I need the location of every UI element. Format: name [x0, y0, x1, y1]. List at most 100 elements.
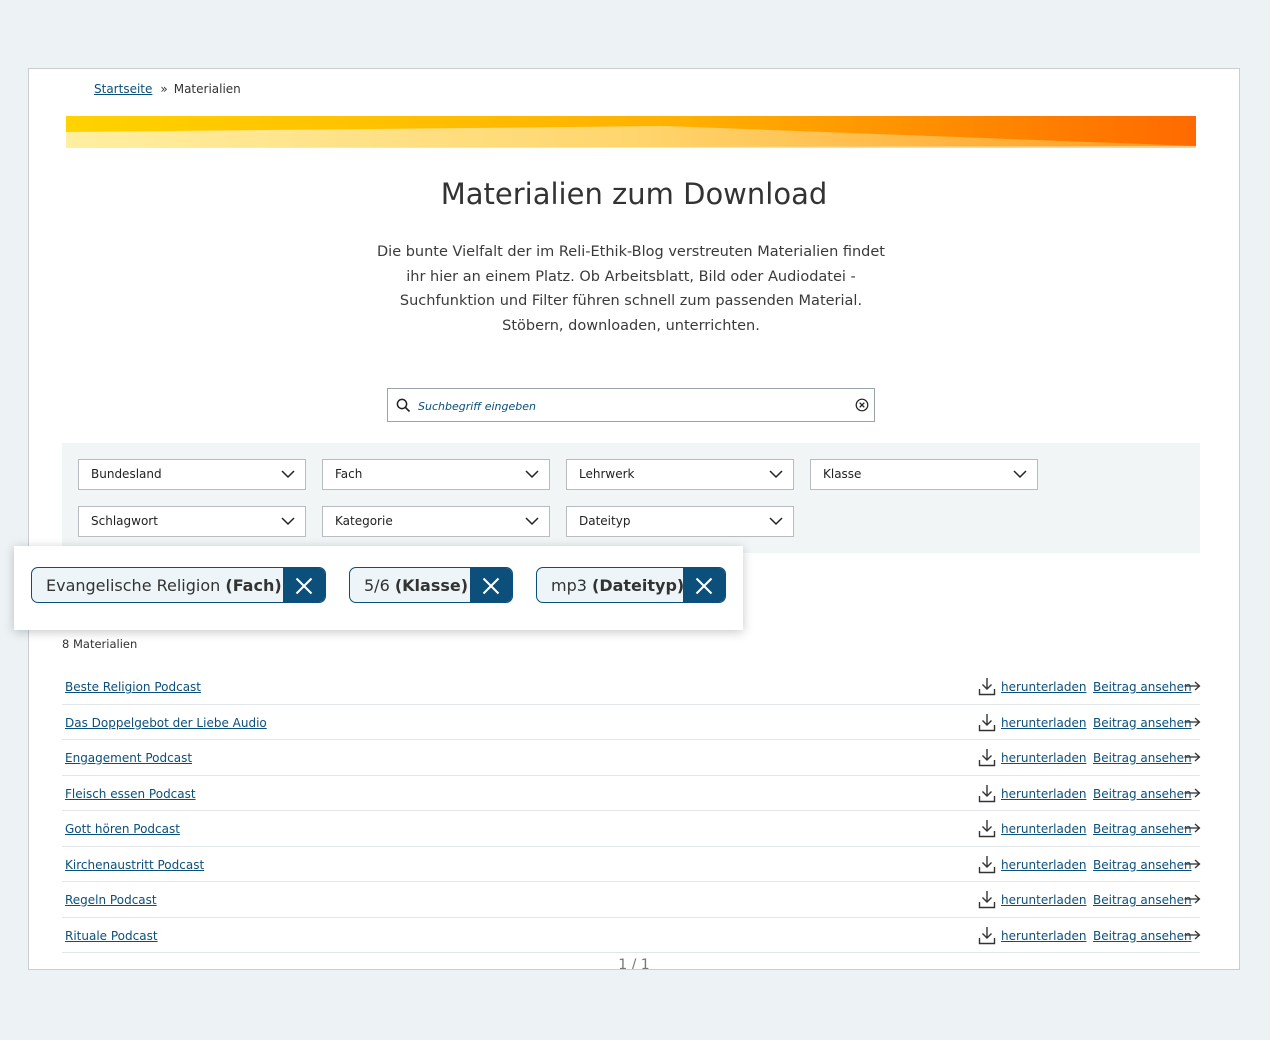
- material-title-link[interactable]: Kirchenaustritt Podcast: [65, 858, 204, 872]
- download-link[interactable]: herunterladen: [1001, 822, 1086, 836]
- list-item: Beste Religion Podcast herunterladen Bei…: [62, 669, 1201, 705]
- view-post-link[interactable]: Beitrag ansehen: [1093, 716, 1192, 730]
- view-post-link[interactable]: Beitrag ansehen: [1093, 787, 1192, 801]
- view-post-link[interactable]: Beitrag ansehen: [1093, 929, 1192, 943]
- download-link[interactable]: herunterladen: [1001, 751, 1086, 765]
- material-title-link[interactable]: Fleisch essen Podcast: [65, 787, 196, 801]
- list-item: Kirchenaustritt Podcast herunterladen Be…: [62, 847, 1201, 882]
- chevron-down-icon: [1013, 470, 1027, 479]
- view-post-link[interactable]: Beitrag ansehen: [1093, 751, 1192, 765]
- dropdown-label: Bundesland: [91, 467, 162, 481]
- chip-value: Evangelische Religion: [46, 576, 221, 595]
- arrow-right-icon[interactable]: [1184, 859, 1201, 869]
- results-list: Beste Religion Podcast herunterladen Bei…: [62, 669, 1201, 953]
- dropdown-label: Kategorie: [335, 514, 393, 528]
- arrow-right-icon[interactable]: [1184, 752, 1201, 762]
- download-icon[interactable]: [978, 855, 996, 874]
- clear-circle-icon[interactable]: [855, 398, 869, 412]
- material-title-link[interactable]: Gott hören Podcast: [65, 822, 180, 836]
- filter-schlagwort-dropdown[interactable]: Schlagwort: [78, 506, 306, 537]
- download-link[interactable]: herunterladen: [1001, 858, 1086, 872]
- download-link[interactable]: herunterladen: [1001, 787, 1086, 801]
- filter-lehrwerk-dropdown[interactable]: Lehrwerk: [566, 459, 794, 490]
- download-link[interactable]: herunterladen: [1001, 929, 1086, 943]
- download-link[interactable]: herunterladen: [1001, 893, 1086, 907]
- dropdown-label: Fach: [335, 467, 363, 481]
- dropdown-label: Lehrwerk: [579, 467, 635, 481]
- arrow-right-icon[interactable]: [1184, 894, 1201, 904]
- chevron-down-icon: [281, 470, 295, 479]
- page-title: Materialien zum Download: [440, 177, 828, 211]
- download-icon[interactable]: [978, 713, 996, 732]
- download-icon[interactable]: [978, 748, 996, 767]
- view-post-link[interactable]: Beitrag ansehen: [1093, 680, 1192, 694]
- breadcrumb-separator: »: [160, 82, 168, 96]
- download-icon[interactable]: [978, 784, 996, 803]
- download-icon[interactable]: [978, 926, 996, 945]
- search-icon: [396, 398, 411, 413]
- breadcrumb-current: Materialien: [173, 82, 241, 96]
- close-icon: [482, 577, 500, 595]
- search-box: [387, 388, 875, 422]
- arrow-right-icon[interactable]: [1184, 788, 1201, 798]
- list-item: Gott hören Podcast herunterladen Beitrag…: [62, 811, 1201, 847]
- close-icon: [295, 577, 313, 595]
- material-title-link[interactable]: Rituale Podcast: [65, 929, 158, 943]
- filter-fach-dropdown[interactable]: Fach: [322, 459, 550, 490]
- remove-filter-button[interactable]: [470, 568, 512, 602]
- filter-bundesland-dropdown[interactable]: Bundesland: [78, 459, 306, 490]
- filter-klasse-dropdown[interactable]: Klasse: [810, 459, 1038, 490]
- chip-label: Evangelische Religion (Fach): [46, 576, 282, 595]
- search-input[interactable]: [416, 395, 840, 417]
- filter-kategorie-dropdown[interactable]: Kategorie: [322, 506, 550, 537]
- list-item: Das Doppelgebot der Liebe Audio herunter…: [62, 705, 1201, 740]
- breadcrumb-home-link[interactable]: Startseite: [94, 82, 152, 96]
- chip-value: mp3: [551, 576, 587, 595]
- breadcrumb: Startseite » Materialien: [94, 82, 241, 96]
- chip-label: mp3 (Dateityp): [551, 576, 684, 595]
- download-icon[interactable]: [978, 677, 996, 696]
- download-link[interactable]: herunterladen: [1001, 716, 1086, 730]
- material-title-link[interactable]: Beste Religion Podcast: [65, 680, 201, 694]
- list-item: Regeln Podcast herunterladen Beitrag ans…: [62, 882, 1201, 918]
- page-frame: Startseite » Materialien Materialien zum D…: [28, 68, 1240, 970]
- chip-label: 5/6 (Klasse): [364, 576, 468, 595]
- list-item: Engagement Podcast herunterladen Beitrag…: [62, 740, 1201, 776]
- pagination-label: 1 / 1: [618, 957, 650, 970]
- dropdown-label: Dateityp: [579, 514, 631, 528]
- active-filter-chip-dateityp: mp3 (Dateityp): [536, 567, 726, 603]
- chevron-down-icon: [525, 517, 539, 526]
- chevron-down-icon: [769, 470, 783, 479]
- view-post-link[interactable]: Beitrag ansehen: [1093, 893, 1192, 907]
- close-icon: [695, 577, 713, 595]
- active-filters-panel: Evangelische Religion (Fach) 5/6 (Klasse…: [14, 546, 743, 630]
- arrow-right-icon[interactable]: [1184, 717, 1201, 727]
- active-filter-chip-klasse: 5/6 (Klasse): [349, 567, 513, 603]
- page-intro: Die bunte Vielfalt der im Reli-Ethik-Blo…: [377, 244, 885, 334]
- material-title-link[interactable]: Das Doppelgebot der Liebe Audio: [65, 716, 267, 730]
- download-link[interactable]: herunterladen: [1001, 680, 1086, 694]
- filter-panel: Bundesland Fach Lehrwerk Klasse Schlagwo…: [62, 443, 1200, 553]
- results-count: 8 Materialien: [62, 637, 138, 651]
- download-icon[interactable]: [978, 819, 996, 838]
- arrow-right-icon[interactable]: [1184, 823, 1201, 833]
- filter-dateityp-dropdown[interactable]: Dateityp: [566, 506, 794, 537]
- chevron-down-icon: [525, 470, 539, 479]
- dropdown-label: Schlagwort: [91, 514, 158, 528]
- chip-field: (Dateityp): [592, 576, 685, 595]
- remove-filter-button[interactable]: [283, 568, 325, 602]
- view-post-link[interactable]: Beitrag ansehen: [1093, 858, 1192, 872]
- arrow-right-icon[interactable]: [1184, 681, 1201, 691]
- list-item: Fleisch essen Podcast herunterladen Beit…: [62, 776, 1201, 811]
- decorative-banner: [66, 116, 1196, 148]
- download-icon[interactable]: [978, 890, 996, 909]
- chip-value: 5/6: [364, 576, 390, 595]
- arrow-right-icon[interactable]: [1184, 930, 1201, 940]
- chip-field: (Klasse): [394, 576, 469, 595]
- chevron-down-icon: [281, 517, 295, 526]
- material-title-link[interactable]: Engagement Podcast: [65, 751, 192, 765]
- active-filter-chip-fach: Evangelische Religion (Fach): [31, 567, 326, 603]
- material-title-link[interactable]: Regeln Podcast: [65, 893, 157, 907]
- remove-filter-button[interactable]: [683, 568, 725, 602]
- view-post-link[interactable]: Beitrag ansehen: [1093, 822, 1192, 836]
